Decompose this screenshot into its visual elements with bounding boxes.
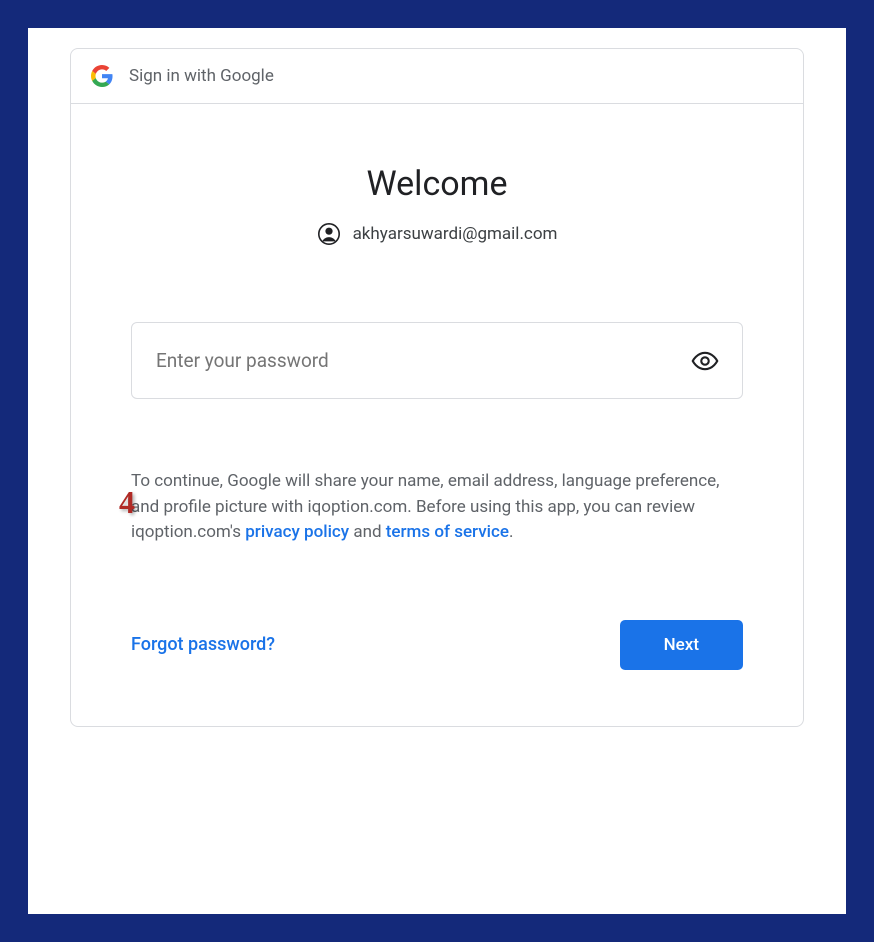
account-circle-icon: [317, 222, 341, 246]
privacy-policy-link[interactable]: privacy policy: [245, 522, 349, 542]
card-body: Welcome akhyarsuwardi@gmail.com: [71, 104, 803, 726]
show-password-icon[interactable]: [691, 347, 719, 375]
password-input[interactable]: [131, 322, 743, 399]
forgot-password-link[interactable]: Forgot password?: [131, 634, 275, 655]
welcome-heading: Welcome: [131, 164, 743, 204]
card-header: Sign in with Google: [71, 49, 803, 104]
password-wrapper: [131, 322, 743, 399]
disclosure-and: and: [349, 522, 386, 542]
account-email: akhyarsuwardi@gmail.com: [353, 224, 558, 244]
header-title: Sign in with Google: [129, 66, 274, 86]
action-row: Forgot password? Next: [131, 620, 743, 670]
account-email-row: akhyarsuwardi@gmail.com: [131, 222, 743, 246]
disclosure-text: To continue, Google will share your name…: [131, 469, 743, 546]
disclosure-period: .: [509, 522, 513, 542]
next-button[interactable]: Next: [620, 620, 743, 670]
google-logo-icon: [91, 65, 113, 87]
signin-card: Sign in with Google Welcome akhyarsuward…: [70, 48, 804, 727]
terms-of-service-link[interactable]: terms of service: [386, 522, 509, 542]
